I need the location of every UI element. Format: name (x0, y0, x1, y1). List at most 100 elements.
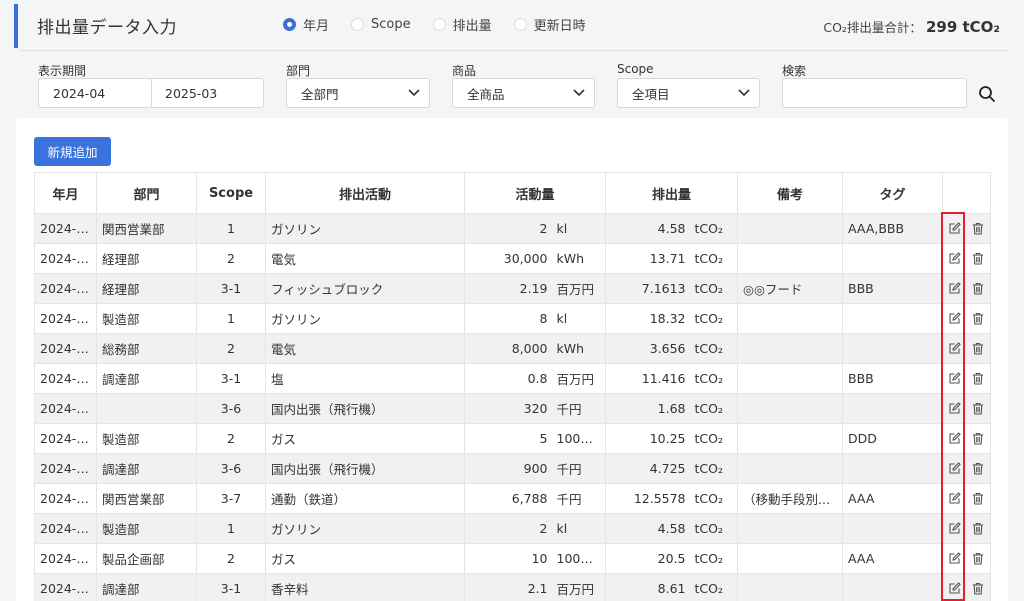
edit-icon[interactable] (943, 515, 967, 543)
edit-icon[interactable] (943, 575, 967, 601)
table-row[interactable]: 2024-05 3-6 国内出張（飛行機） 320 千円 1.68 tCO₂ (34, 393, 992, 424)
cell-scope: 1 (196, 513, 266, 544)
cell-edit (942, 333, 967, 364)
table-row[interactable]: 2024-06 関西営業部 3-7 通勤（鉄道） 6,788 千円 12.5578 tCO₂ （… (34, 483, 992, 514)
trash-icon[interactable] (967, 305, 990, 333)
edit-icon[interactable] (943, 245, 967, 273)
edit-icon[interactable] (943, 455, 967, 483)
table-row[interactable]: 2024-04 経理部 3-1 フィッシュブロック 2.19 百万円 7.1613 tCO₂ ◎… (34, 273, 992, 304)
scope-select[interactable]: 全項目 (617, 78, 760, 108)
cell-emission: 4.725 (605, 453, 690, 484)
chevron-down-icon (564, 89, 594, 97)
search-icon[interactable] (978, 85, 996, 103)
cell-ym: 2024-06 (34, 483, 97, 514)
radio-label: 排出量 (452, 19, 492, 34)
col-header-emission[interactable]: 排出量 (605, 172, 739, 214)
trash-icon[interactable] (967, 275, 990, 303)
cell-tag: BBB (842, 363, 944, 394)
dept-select-value: 全部門 (301, 86, 339, 102)
radio-updated-at[interactable]: 更新日時 (513, 15, 586, 34)
cell-ym: 2024-07 (34, 543, 97, 574)
col-header-activity[interactable]: 排出活動 (265, 172, 465, 214)
cell-tag (842, 453, 944, 484)
trash-icon[interactable] (967, 455, 990, 483)
col-header-ym[interactable]: 年月 (34, 172, 97, 214)
cell-note (737, 303, 844, 334)
cell-dept: 製品企画部 (96, 543, 197, 574)
edit-icon[interactable] (943, 215, 967, 243)
radio-emission[interactable]: 排出量 (432, 15, 492, 34)
cell-activity: 国内出張（飛行機） (265, 453, 465, 484)
product-select[interactable]: 全商品 (452, 78, 595, 108)
page-header: 排出量データ入力 年月 Scope 排出量 更新日時 CO₂排出量合計： 299 … (0, 0, 1024, 52)
cell-tag (842, 303, 944, 334)
cell-edit (942, 453, 967, 484)
table-row[interactable]: 2024-07 調達部 3-1 香辛料 2.1 百万円 8.61 tCO₂ (34, 573, 992, 601)
table-row[interactable]: 2024-04 経理部 2 電気 30,000 kWh 13.71 tCO₂ (34, 243, 992, 274)
dept-select[interactable]: 全部門 (286, 78, 430, 108)
cell-edit (942, 573, 967, 601)
table-row[interactable]: 2024-07 製造部 1 ガソリン 2 kl 4.58 tCO₂ (34, 513, 992, 544)
cell-amount: 2.19 (464, 273, 552, 304)
cell-activity: ガス (265, 423, 465, 454)
radio-scope[interactable]: Scope (351, 15, 411, 34)
cell-edit (942, 393, 967, 424)
edit-icon[interactable] (943, 365, 967, 393)
cell-note (737, 333, 844, 364)
table-row[interactable]: 2024-04 関西営業部 1 ガソリン 2 kl 4.58 tCO₂ AAA,BBB (34, 213, 992, 244)
edit-icon[interactable] (943, 275, 967, 303)
search-label: 検索 (782, 64, 807, 78)
trash-icon[interactable] (967, 335, 990, 363)
edit-icon[interactable] (943, 335, 967, 363)
trash-icon[interactable] (967, 215, 990, 243)
cell-scope: 3-7 (196, 483, 266, 514)
cell-scope: 3-1 (196, 363, 266, 394)
table-row[interactable]: 2024-07 製品企画部 2 ガス 10 1000m³ 20.5 tCO₂ AAA (34, 543, 992, 574)
edit-icon[interactable] (943, 305, 967, 333)
cell-dept: 経理部 (96, 243, 197, 274)
search-input[interactable] (782, 78, 967, 108)
edit-icon[interactable] (943, 425, 967, 453)
col-header-scope[interactable]: Scope (196, 172, 266, 214)
table-row[interactable]: 2024-06 製造部 2 ガス 5 1000m³ 10.25 tCO₂ DDD (34, 423, 992, 454)
col-header-tag[interactable]: タグ (842, 172, 944, 214)
radio-year-month[interactable]: 年月 (283, 15, 329, 34)
cell-edit (942, 423, 967, 454)
emission-data-table: 年月 部門 Scope 排出活動 活動量 排出量 備考 タグ 2024-04 関西… (34, 172, 992, 601)
total-label: CO₂排出量合計： (823, 20, 922, 35)
product-label: 商品 (452, 64, 477, 78)
trash-icon[interactable] (967, 425, 990, 453)
trash-icon[interactable] (967, 485, 990, 513)
period-from-input[interactable]: 2024-04 (39, 86, 151, 101)
period-divider (151, 79, 152, 107)
period-to-input[interactable]: 2025-03 (151, 86, 263, 101)
radio-dot (351, 18, 365, 31)
edit-icon[interactable] (943, 545, 967, 573)
cell-amount: 0.8 (464, 363, 552, 394)
radio-label: Scope (371, 17, 411, 32)
edit-icon[interactable] (943, 485, 967, 513)
table-row[interactable]: 2024-05 調達部 3-1 塩 0.8 百万円 11.416 tCO₂ BBB (34, 363, 992, 394)
cell-note (737, 243, 844, 274)
cell-activity: 電気 (265, 333, 465, 364)
radio-dot (283, 18, 296, 31)
cell-emission: 13.71 (605, 243, 690, 274)
table-row[interactable]: 2024-06 調達部 3-6 国内出張（飛行機） 900 千円 4.725 tCO₂ (34, 453, 992, 484)
table-row[interactable]: 2024-05 総務部 2 電気 8,000 kWh 3.656 tCO₂ (34, 333, 992, 364)
trash-icon[interactable] (967, 365, 990, 393)
cell-amount-unit: kWh (551, 333, 607, 364)
edit-icon[interactable] (943, 395, 967, 423)
trash-icon[interactable] (967, 515, 990, 543)
cell-ym: 2024-06 (34, 453, 97, 484)
cell-ym: 2024-05 (34, 303, 97, 334)
table-row[interactable]: 2024-05 製造部 1 ガソリン 8 kl 18.32 tCO₂ (34, 303, 992, 334)
trash-icon[interactable] (967, 245, 990, 273)
trash-icon[interactable] (967, 545, 990, 573)
col-header-amount[interactable]: 活動量 (463, 172, 607, 214)
add-new-button[interactable]: 新規追加 (34, 137, 111, 166)
col-header-dept[interactable]: 部門 (96, 172, 197, 214)
col-header-note[interactable]: 備考 (737, 172, 844, 214)
trash-icon[interactable] (967, 575, 990, 601)
trash-icon[interactable] (967, 395, 990, 423)
cell-scope: 1 (196, 213, 266, 244)
